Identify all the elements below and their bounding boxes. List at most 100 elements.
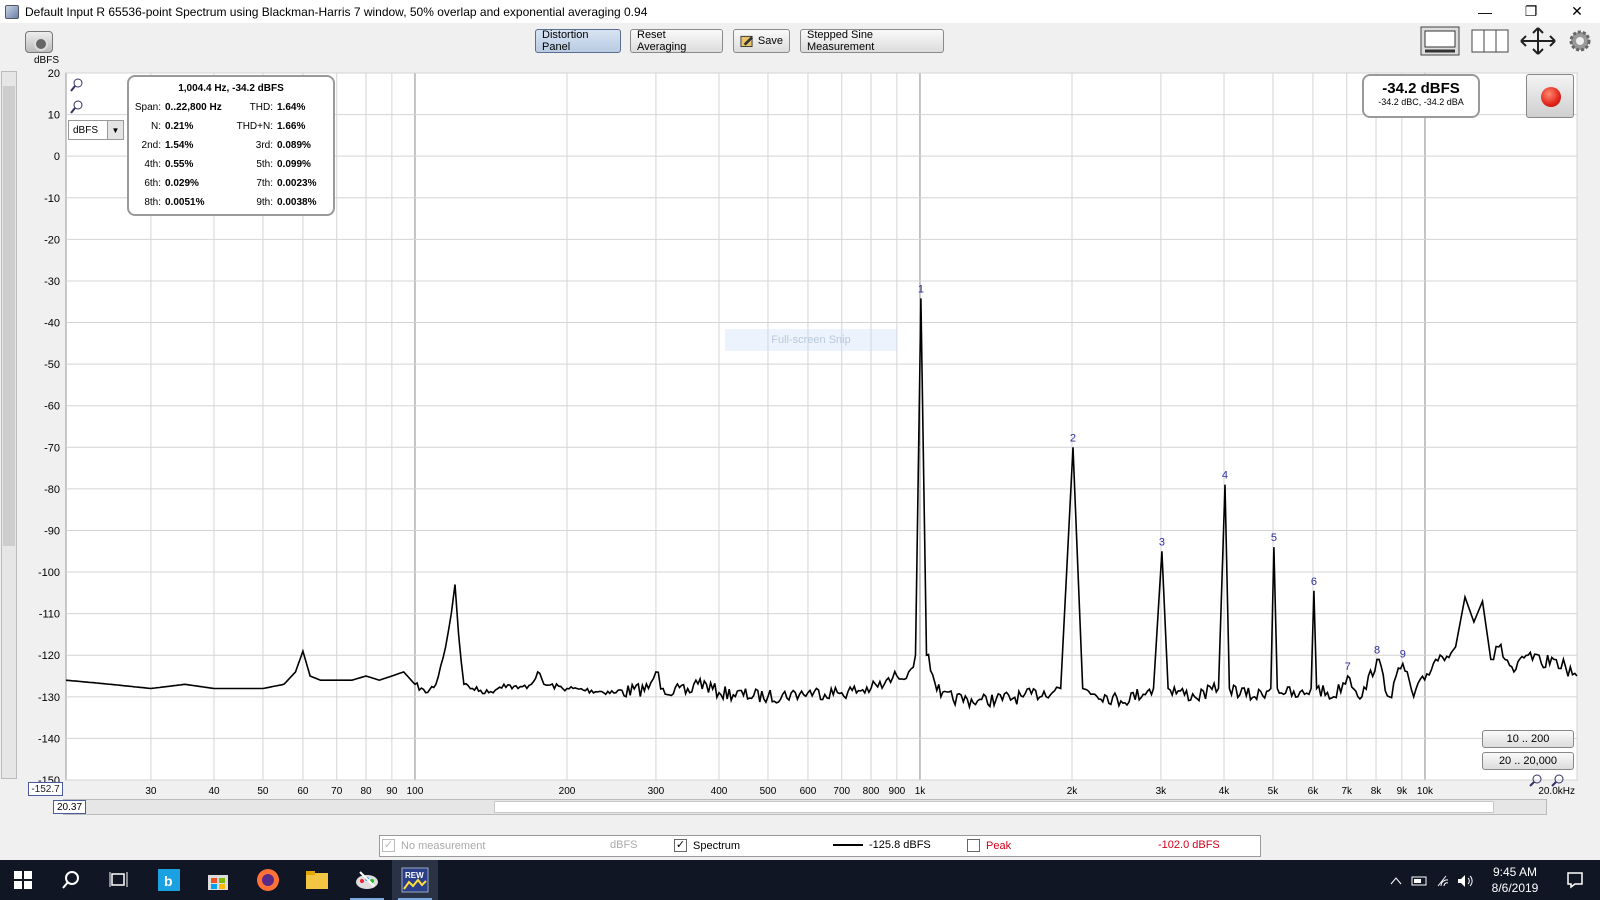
legend-no-measurement[interactable]: ✓ No measurement bbox=[382, 839, 485, 852]
distortion-label: 7th: bbox=[256, 178, 273, 189]
x-tick-label: 90 bbox=[386, 786, 398, 797]
distortion-row: 2nd: 1.54% 3rd: 0.089% bbox=[129, 140, 333, 156]
checkbox-checked[interactable]: ✓ bbox=[674, 839, 687, 852]
x-start-value[interactable]: 20.37 bbox=[53, 800, 86, 814]
x-tick-label: 6k bbox=[1308, 786, 1320, 797]
y-tick-label: -50 bbox=[44, 359, 60, 371]
x-tick-label: 8k bbox=[1371, 786, 1383, 797]
file-explorer-icon[interactable] bbox=[294, 860, 340, 900]
x-tick-label: 40 bbox=[208, 786, 220, 797]
x-tick-label: 600 bbox=[800, 786, 817, 797]
y-axis-unit-label: dBFS bbox=[34, 55, 60, 66]
y-tick-label: -70 bbox=[44, 442, 60, 454]
snip-watermark: Full-screen Snip bbox=[725, 329, 897, 351]
x-tick-label: 80 bbox=[360, 786, 372, 797]
range-10-200-button[interactable]: 10 .. 200 bbox=[1482, 730, 1574, 748]
app-b-icon[interactable]: b bbox=[146, 860, 192, 900]
x-tick-label: 1k bbox=[915, 786, 927, 797]
zoom-out-icon[interactable] bbox=[70, 100, 83, 114]
legend-peak-label: Peak bbox=[986, 839, 1012, 852]
distortion-row: 4th: 0.55% 5th: 0.099% bbox=[129, 159, 333, 175]
unit-select[interactable]: dBFS ▼ bbox=[68, 120, 124, 140]
distortion-value: 1.64% bbox=[277, 102, 306, 113]
distortion-value: 0.099% bbox=[277, 159, 311, 170]
distortion-info-box: 1,004.4 Hz, -34.2 dBFS Span: 0..22,800 Hz… bbox=[127, 75, 335, 216]
y-zoom-controls bbox=[70, 78, 83, 114]
harmonic-marker-label: 5 bbox=[1271, 532, 1277, 544]
legend-spectrum[interactable]: ✓ Spectrum bbox=[674, 839, 740, 852]
search-icon[interactable] bbox=[48, 860, 94, 900]
y-min-value[interactable]: -152.7 bbox=[28, 782, 63, 796]
distortion-label: N: bbox=[151, 121, 161, 132]
record-button[interactable] bbox=[1526, 74, 1574, 118]
clock[interactable]: 9:45 AM 8/6/2019 bbox=[1480, 864, 1550, 896]
distortion-row: 8th: 0.0051% 9th: 0.0038% bbox=[129, 197, 333, 213]
harmonic-marker-label: 4 bbox=[1222, 470, 1228, 482]
chevron-up-icon[interactable] bbox=[1390, 877, 1402, 885]
task-view-icon[interactable] bbox=[96, 860, 142, 900]
distortion-label: 5th: bbox=[256, 159, 273, 170]
x-tick-label: 900 bbox=[889, 786, 906, 797]
x-tick-label: 500 bbox=[760, 786, 777, 797]
paint-app-icon[interactable] bbox=[344, 860, 390, 900]
taskbar: b REW 9:45 AM 8/6/2019 bbox=[0, 860, 1600, 900]
checkbox-checked-disabled[interactable]: ✓ bbox=[382, 839, 395, 852]
x-tick-label: 4k bbox=[1219, 786, 1231, 797]
x-tick-label: 400 bbox=[711, 786, 728, 797]
distortion-value: 0.21% bbox=[165, 121, 194, 132]
wifi-icon[interactable] bbox=[1437, 875, 1449, 887]
zoom-in-icon[interactable] bbox=[70, 78, 83, 92]
x-tick-label: 10k bbox=[1417, 786, 1434, 797]
distortion-value: 0.089% bbox=[277, 140, 311, 151]
windows-start-icon[interactable] bbox=[0, 860, 46, 900]
distortion-value: 0..22,800 Hz bbox=[165, 102, 222, 113]
legend-spectrum-value-wrap: -125.8 dBFS bbox=[833, 839, 931, 851]
rew-label: REW bbox=[405, 871, 424, 880]
distortion-value: 0.0051% bbox=[165, 197, 205, 208]
zoom-in-icon[interactable] bbox=[1529, 774, 1542, 787]
x-tick-label: 100 bbox=[407, 786, 424, 797]
checkbox-unchecked[interactable] bbox=[967, 839, 980, 852]
svg-text:b: b bbox=[164, 873, 173, 889]
harmonic-marker-label: 3 bbox=[1159, 536, 1165, 548]
legend-no-measurement-label: No measurement bbox=[401, 839, 486, 852]
legend-peak[interactable]: Peak bbox=[967, 839, 1011, 852]
distortion-label: 3rd: bbox=[255, 140, 273, 151]
y-tick-label: -130 bbox=[38, 692, 60, 704]
rew-app-icon[interactable]: REW bbox=[392, 860, 438, 900]
zoom-out-icon[interactable] bbox=[1551, 774, 1564, 787]
x-tick-label: 700 bbox=[833, 786, 850, 797]
chevron-down-icon[interactable]: ▼ bbox=[107, 121, 123, 139]
level-sub: -34.2 dBC, -34.2 dBA bbox=[1378, 97, 1464, 107]
distortion-label: THD: bbox=[249, 102, 273, 113]
x-tick-label: 30 bbox=[145, 786, 157, 797]
notifications-icon[interactable] bbox=[1552, 860, 1598, 900]
y-tick-label: 0 bbox=[54, 151, 60, 163]
battery-icon[interactable] bbox=[1411, 876, 1427, 886]
firefox-icon[interactable] bbox=[245, 860, 291, 900]
range-20-20000-button[interactable]: 20 .. 20,000 bbox=[1482, 752, 1574, 770]
harmonic-marker-label: 6 bbox=[1311, 576, 1317, 588]
clock-time: 9:45 AM bbox=[1492, 865, 1538, 879]
x-tick-label: 60 bbox=[297, 786, 309, 797]
x-tick-label: 5k bbox=[1268, 786, 1280, 797]
distortion-value: 1.66% bbox=[277, 121, 306, 132]
legend-peak-value: -102.0 dBFS bbox=[1158, 839, 1220, 851]
record-icon bbox=[1541, 87, 1561, 107]
y-tick-label: -110 bbox=[39, 609, 60, 621]
distortion-label: THD+N: bbox=[236, 121, 273, 132]
distortion-row: N: 0.21% THD+N: 1.66% bbox=[129, 121, 333, 137]
y-tick-label: 10 bbox=[48, 110, 60, 122]
volume-icon[interactable] bbox=[1458, 875, 1473, 887]
harmonic-marker-label: 9 bbox=[1400, 649, 1406, 661]
y-tick-label: -120 bbox=[38, 650, 60, 662]
store-icon[interactable] bbox=[195, 860, 241, 900]
level-readout: -34.2 dBFS -34.2 dBC, -34.2 dBA bbox=[1362, 74, 1480, 118]
y-tick-label: -60 bbox=[44, 401, 60, 413]
harmonic-marker-label: 2 bbox=[1070, 432, 1076, 444]
x-tick-label: 200 bbox=[559, 786, 576, 797]
x-tick-label: 2k bbox=[1067, 786, 1079, 797]
distortion-label: 8th: bbox=[144, 197, 161, 208]
y-tick-label: -80 bbox=[44, 484, 60, 496]
distortion-value: 0.55% bbox=[165, 159, 194, 170]
